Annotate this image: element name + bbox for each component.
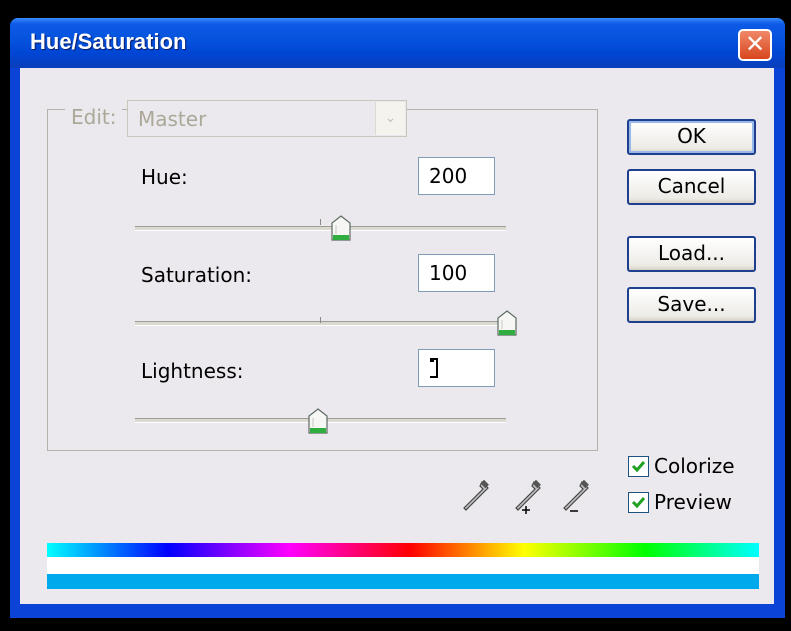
preview-label[interactable]: Preview: [654, 490, 732, 514]
saturation-slider-thumb[interactable]: [497, 310, 517, 336]
close-button[interactable]: ✕: [738, 29, 772, 61]
dialog-title: Hue/Saturation: [30, 29, 187, 54]
hue-input[interactable]: 200: [418, 157, 495, 195]
checkmark-icon: [631, 461, 646, 473]
hue-label: Hue:: [141, 165, 188, 189]
saturation-center-tick: [320, 317, 321, 323]
title-bar[interactable]: Hue/Saturation ✕: [10, 18, 785, 68]
result-color-bar: [47, 574, 759, 589]
load-button[interactable]: Load...: [627, 236, 756, 272]
lightness-label: Lightness:: [141, 359, 244, 383]
eyedropper-plus-icon[interactable]: [512, 478, 544, 516]
saturation-input[interactable]: 100: [418, 254, 495, 292]
spectrum-separator: [47, 557, 759, 574]
edit-label: Edit:: [65, 105, 123, 129]
ok-button[interactable]: OK: [627, 119, 756, 155]
eyedropper-icon[interactable]: [460, 478, 492, 516]
colorize-checkbox[interactable]: [628, 456, 649, 477]
cancel-button[interactable]: Cancel: [627, 169, 756, 205]
save-button[interactable]: Save...: [627, 287, 756, 323]
saturation-label: Saturation:: [141, 263, 252, 287]
text-cursor-icon: [430, 358, 438, 378]
lightness-slider-thumb[interactable]: [308, 408, 328, 434]
edit-channel-select[interactable]: Master ⌄: [127, 100, 407, 137]
chevron-down-icon[interactable]: ⌄: [375, 102, 405, 135]
checkmark-icon: [631, 497, 646, 509]
close-icon: ✕: [744, 30, 766, 58]
hue-center-tick: [320, 219, 321, 225]
colorize-label[interactable]: Colorize: [654, 454, 735, 478]
edit-channel-value: Master: [138, 107, 207, 131]
hue-slider-thumb[interactable]: [331, 215, 351, 241]
hue-slider-track[interactable]: [135, 226, 506, 231]
preview-checkbox[interactable]: [628, 492, 649, 513]
input-spectrum-bar: [47, 543, 759, 557]
eyedropper-minus-icon[interactable]: [560, 478, 592, 516]
edit-group-frame: [47, 109, 598, 451]
